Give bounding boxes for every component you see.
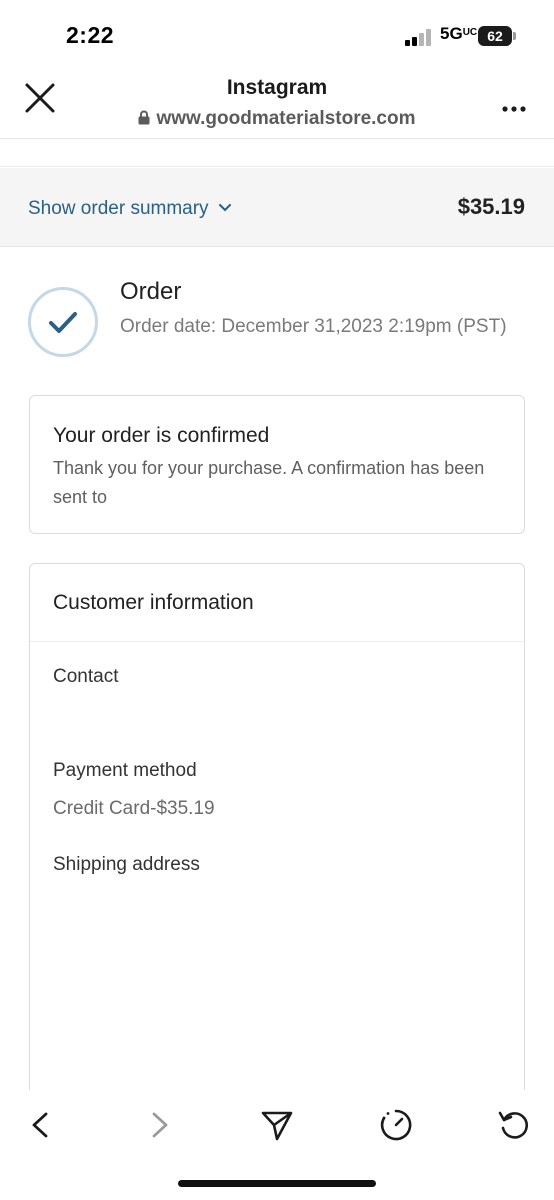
status-time: 2:22 <box>66 22 115 48</box>
shipping-address-label: Shipping address <box>53 854 200 875</box>
customer-info-title: Customer information <box>53 591 254 614</box>
payment-method-label: Payment method <box>53 760 197 781</box>
divider <box>0 166 554 167</box>
cellular-signal-icon <box>405 28 433 46</box>
browser-header: Instagram www.goodmaterialstore.com <box>0 70 554 139</box>
back-button[interactable] <box>24 1108 58 1142</box>
share-button[interactable] <box>260 1108 294 1142</box>
order-date: Order date: December 31,2023 2:19pm (PST… <box>120 316 507 337</box>
divider <box>30 641 524 642</box>
chevron-down-icon <box>218 196 231 218</box>
battery-tip <box>513 32 516 40</box>
home-indicator[interactable] <box>178 1180 376 1187</box>
order-summary-bar[interactable]: Show order summary $35.19 <box>0 168 554 247</box>
more-options-button[interactable] <box>502 92 526 118</box>
browser-toolbar <box>0 1090 554 1160</box>
lock-icon <box>138 109 150 131</box>
order-title: Order <box>120 278 182 305</box>
timer-button[interactable] <box>379 1108 413 1142</box>
forward-button[interactable] <box>142 1108 176 1142</box>
forward-icon <box>152 1112 168 1138</box>
more-icon <box>502 106 526 112</box>
confirmation-card: Your order is confirmed Thank you for yo… <box>29 395 525 534</box>
check-icon <box>28 287 98 357</box>
contact-label: Contact <box>53 666 119 687</box>
confirmation-title: Your order is confirmed <box>53 424 270 447</box>
show-order-summary-toggle[interactable]: Show order summary <box>28 196 231 220</box>
back-icon <box>32 1112 48 1138</box>
order-total: $35.19 <box>457 194 525 219</box>
refresh-button[interactable] <box>497 1108 531 1142</box>
payment-method-value: Credit Card-$35.19 <box>53 798 215 819</box>
browser-title: Instagram <box>226 76 328 99</box>
url-display: www.goodmaterialstore.com <box>0 108 554 131</box>
network-type: 5GUC <box>440 24 478 43</box>
refresh-icon <box>498 1111 528 1139</box>
battery-indicator: 62 <box>478 26 512 46</box>
confirmation-message: Thank you for your purchase. A confirmat… <box>53 458 485 507</box>
send-icon <box>261 1111 293 1141</box>
timer-icon <box>380 1109 412 1141</box>
url-text: www.goodmaterialstore.com <box>156 108 416 129</box>
status-bar: 2:22 5GUC 62 <box>0 0 554 70</box>
customer-information-card: Customer information Contact Payment met… <box>29 563 525 1124</box>
